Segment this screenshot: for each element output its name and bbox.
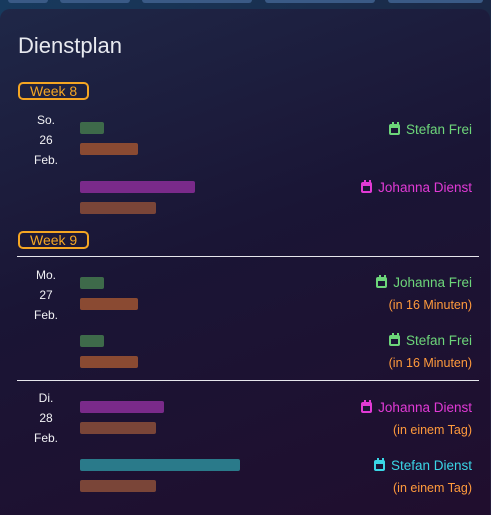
calendar-icon: [376, 275, 388, 288]
month: Feb.: [33, 153, 58, 167]
event-relative-time: (in einem Tag): [393, 423, 472, 437]
event-person: Stefan Frei: [405, 122, 472, 137]
event-item[interactable]: Johanna Dienst (in einem Tag): [361, 400, 472, 437]
card-title: Dienstplan: [18, 33, 122, 58]
week-badge: Week 8: [18, 82, 90, 100]
weekday: So.: [36, 113, 55, 127]
event-relative-time: (in einem Tag): [393, 481, 472, 495]
weekday: Di.: [38, 391, 54, 405]
calendar-icon: [361, 180, 373, 193]
calendar-icon: [361, 400, 373, 413]
day-date: Mo. 27 Feb.: [25, 265, 67, 325]
day-number: 27: [39, 288, 53, 302]
day-divider: [17, 256, 479, 257]
day-number: 26: [39, 133, 53, 147]
event-details-redacted: [80, 335, 138, 377]
event-item[interactable]: Stefan Dienst (in einem Tag): [373, 458, 472, 495]
event-person: Johanna Frei: [393, 275, 472, 290]
calendar-icon: [373, 458, 385, 471]
event-person: Johanna Dienst: [378, 180, 472, 195]
week-badge: Week 9: [18, 231, 90, 249]
event-person: Stefan Dienst: [390, 458, 472, 473]
event-item[interactable]: Stefan Frei (in 16 Minuten): [389, 333, 472, 370]
event-details-redacted: [80, 401, 164, 443]
event-person: Johanna Dienst: [378, 400, 472, 415]
month: Feb.: [33, 431, 58, 445]
event-relative-time: (in 16 Minuten): [388, 356, 472, 370]
day-date: Di. 28 Feb.: [25, 388, 67, 448]
event-item[interactable]: Johanna Dienst: [361, 180, 472, 195]
weekday: Mo.: [35, 268, 56, 282]
day-number: 28: [39, 411, 53, 425]
event-relative-time: (in 16 Minuten): [388, 298, 472, 312]
event-details-redacted: [80, 181, 195, 223]
event-details-redacted: [80, 459, 240, 501]
top-tab-strip: [0, 0, 491, 6]
event-details-redacted: [80, 122, 138, 164]
event-details-redacted: [80, 277, 138, 319]
day-divider: [17, 380, 479, 381]
calendar-icon: [388, 122, 400, 135]
event-item[interactable]: Johanna Frei (in 16 Minuten): [376, 275, 472, 312]
event-item[interactable]: Stefan Frei: [388, 122, 472, 137]
schedule-card: Dienstplan Week 8 So. 26 Feb. Stefan Fre…: [0, 9, 490, 515]
month: Feb.: [33, 308, 58, 322]
event-person: Stefan Frei: [405, 333, 472, 348]
calendar-icon: [388, 333, 400, 346]
day-date: So. 26 Feb.: [25, 110, 67, 170]
